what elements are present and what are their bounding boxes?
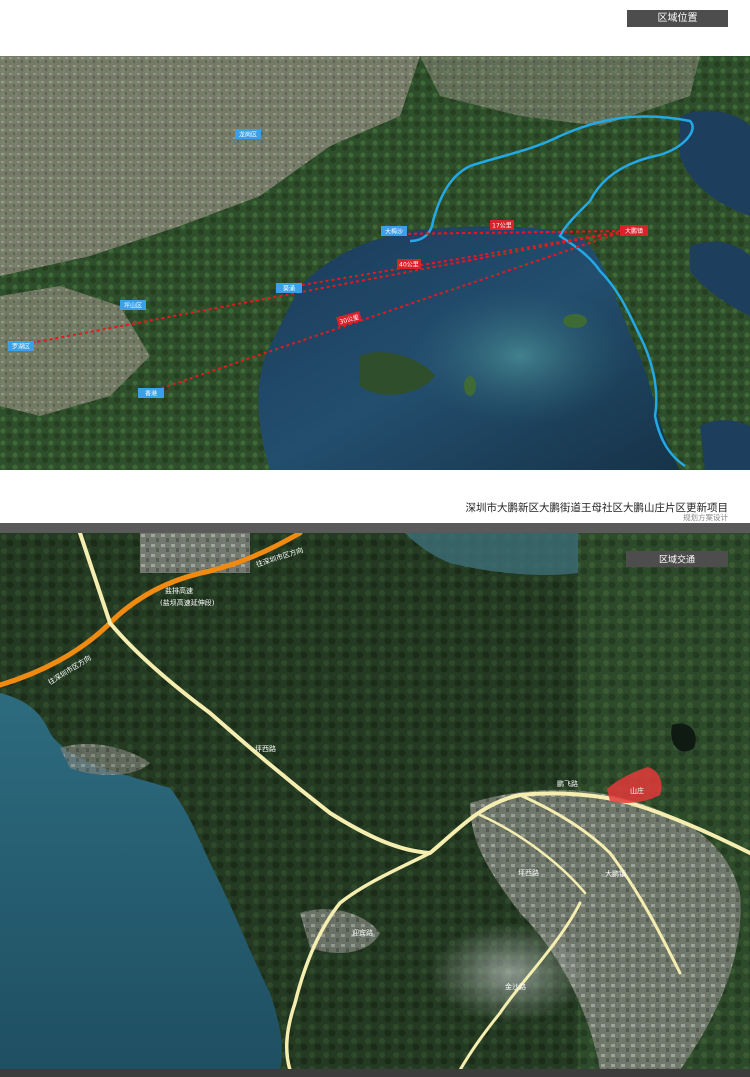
place-label-yantian: 香港 — [138, 388, 164, 398]
distance-label-17km: 17公里 — [490, 220, 514, 230]
label-pingxi-road-east: 坪西路 — [518, 868, 539, 877]
bay-shallows — [410, 286, 630, 426]
distance-label-40km: 40公里 — [397, 259, 421, 269]
svg-text:葵涌: 葵涌 — [283, 285, 295, 293]
label-jinsha-road: 金沙路 — [505, 982, 526, 991]
svg-text:香港: 香港 — [145, 390, 157, 398]
svg-text:龙岗区: 龙岗区 — [239, 131, 257, 139]
place-label-dameisha: 大梅沙 — [381, 226, 407, 236]
island — [464, 376, 476, 396]
place-label-pingshan: 坪山区 — [120, 300, 146, 310]
cloud-cover — [430, 923, 590, 1023]
location-satellite-map: 龙岗区 大梅沙 葵涌 坪山区 罗湖区 香港 大鹏镇 17公里 40公里 30公里 — [0, 56, 750, 470]
transport-satellite-map: 区域交通 盐排高速 (盐坝高速延伸段) 往深圳市区方向 往深圳市区方向 坪西路 … — [0, 533, 750, 1070]
section-label-transport: 区域交通 — [626, 551, 728, 567]
sea-southeast — [700, 420, 750, 470]
label-pengfei-road: 鹏飞路 — [557, 779, 578, 788]
label-expressway-extension: (盐坝高速延伸段) — [160, 598, 215, 607]
svg-text:40公里: 40公里 — [399, 262, 419, 269]
project-subtitle: 规划方案设计 — [683, 513, 728, 522]
bottom-strip — [0, 1069, 750, 1077]
place-label-project: 大鹏镇 — [620, 225, 648, 236]
island — [563, 314, 587, 328]
label-pingxi-road: 坪西路 — [255, 744, 276, 753]
place-label-kuichong: 葵涌 — [276, 283, 302, 293]
svg-text:罗湖区: 罗湖区 — [12, 343, 30, 351]
place-label-luohu: 罗湖区 — [8, 341, 34, 351]
town-north — [140, 533, 250, 573]
svg-text:17公里: 17公里 — [492, 223, 512, 230]
section-divider — [0, 523, 750, 533]
svg-text:区域交通: 区域交通 — [659, 554, 695, 566]
place-label-longgang: 龙岗区 — [235, 129, 261, 139]
label-project-site: 山庄 — [630, 786, 644, 795]
svg-text:坪山区: 坪山区 — [124, 302, 142, 310]
label-yanpai-expressway: 盐排高速 — [165, 586, 193, 595]
section-label-location: 区域位置 — [627, 10, 728, 27]
label-dapeng-town: 大鹏镇 — [605, 869, 626, 878]
svg-text:大鹏镇: 大鹏镇 — [625, 227, 643, 235]
label-yingbin-road: 迎宾路 — [352, 928, 373, 937]
svg-text:大梅沙: 大梅沙 — [385, 228, 403, 236]
